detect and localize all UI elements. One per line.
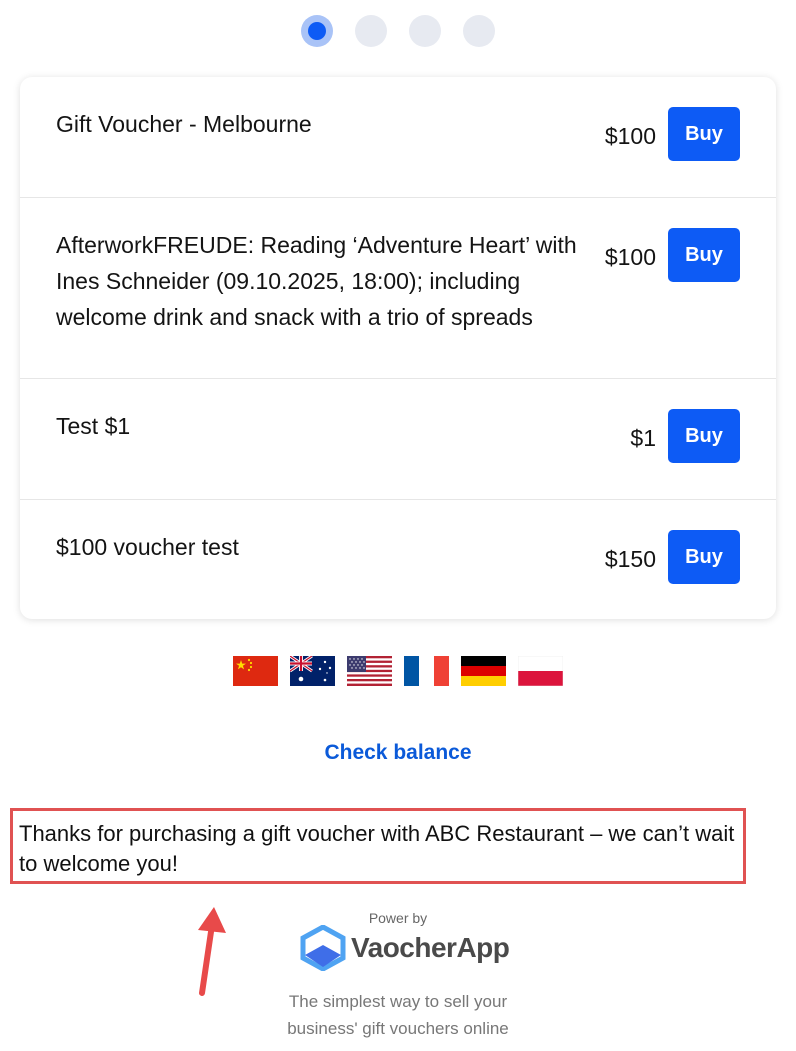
step-dot-4[interactable] (463, 15, 495, 47)
language-selector (233, 656, 563, 686)
voucher-price: $1 (630, 425, 656, 451)
tagline: The simplest way to sell your business' … (0, 988, 796, 1042)
step-dot-3[interactable] (409, 15, 441, 47)
poland-flag-icon[interactable] (518, 656, 563, 686)
voucher-price: $100 (604, 123, 656, 149)
tagline-line: business' gift vouchers online (287, 1019, 509, 1038)
thank-you-message: Thanks for purchasing a gift voucher wit… (10, 808, 746, 884)
france-flag-icon[interactable] (404, 656, 449, 686)
buy-button[interactable]: Buy (668, 409, 740, 463)
voucher-list: Gift Voucher - Melbourne $100 Buy Afterw… (20, 77, 776, 619)
voucher-title: $100 voucher test (56, 534, 239, 560)
power-by-label: Power by (368, 910, 428, 926)
step-indicator (301, 15, 495, 47)
step-dot-2[interactable] (355, 15, 387, 47)
step-dot-1-active[interactable] (301, 15, 333, 47)
brand-name: VaocherApp (351, 932, 510, 963)
vaocherapp-logo-icon (300, 925, 346, 971)
voucher-price: $150 (604, 546, 656, 572)
voucher-title: Gift Voucher - Melbourne (56, 111, 312, 137)
buy-button[interactable]: Buy (668, 530, 740, 584)
voucher-row: Gift Voucher - Melbourne $100 Buy (20, 77, 776, 198)
voucher-title: AfterworkFREUDE: Reading ‘Adventure Hear… (56, 232, 577, 330)
voucher-row: Test $1 $1 Buy (20, 379, 776, 500)
voucher-price: $100 (604, 244, 656, 270)
voucher-row: AfterworkFREUDE: Reading ‘Adventure Hear… (20, 198, 776, 379)
usa-flag-icon[interactable] (347, 656, 392, 686)
vaocherapp-logo[interactable]: VaocherApp (299, 925, 510, 971)
tagline-line: The simplest way to sell your (288, 992, 508, 1011)
buy-button[interactable]: Buy (668, 107, 740, 161)
thank-you-text: Thanks for purchasing a gift voucher wit… (19, 821, 735, 876)
australia-flag-icon[interactable] (290, 656, 335, 686)
voucher-row: $100 voucher test $150 Buy (20, 500, 776, 619)
china-flag-icon[interactable] (233, 656, 278, 686)
voucher-title: Test $1 (56, 413, 131, 439)
germany-flag-icon[interactable] (461, 656, 506, 686)
buy-button[interactable]: Buy (668, 228, 740, 282)
check-balance-link[interactable]: Check balance (0, 741, 796, 765)
